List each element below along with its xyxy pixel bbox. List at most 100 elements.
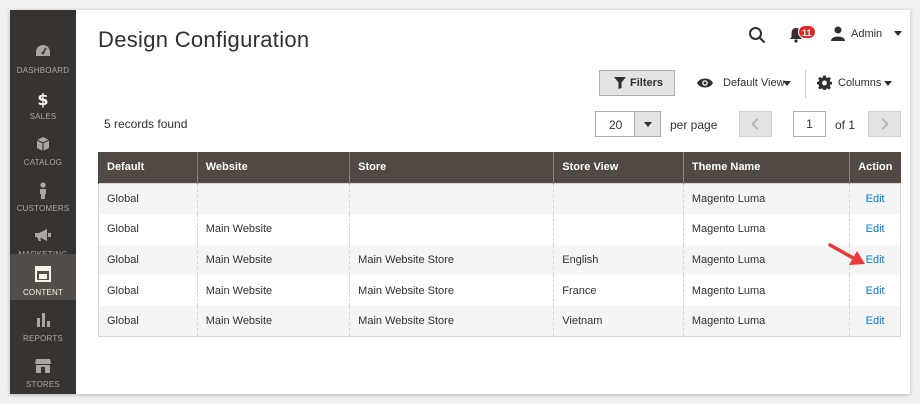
edit-link[interactable]: Edit: [866, 193, 885, 205]
cell-store-view: Vietnam: [553, 306, 684, 338]
box-icon: [10, 136, 76, 154]
annotation-arrow-icon: [828, 243, 865, 265]
sidebar-item-label: CONTENT: [22, 288, 64, 297]
notification-count-badge: 11: [798, 25, 816, 39]
column-header-website[interactable]: Website: [196, 152, 350, 183]
app-window: DASHBOARD $ SALES CATALOG CUSTOMERS MARK…: [10, 10, 910, 394]
cell-store-view: France: [553, 275, 684, 307]
sidebar-item-sales[interactable]: $ SALES: [10, 78, 76, 124]
sidebar-item-dashboard[interactable]: DASHBOARD: [10, 32, 76, 78]
cell-website: Main Website: [196, 213, 351, 245]
page-title: Design Configuration: [98, 27, 310, 52]
sidebar-item-stores[interactable]: STORES: [10, 346, 76, 392]
cell-action: Edit: [849, 306, 901, 338]
table-row[interactable]: Global Main Website Main Website Store F…: [98, 275, 901, 307]
filter-icon: [614, 77, 626, 89]
column-header-store-view[interactable]: Store View: [553, 152, 684, 183]
cell-action: Edit: [849, 275, 901, 307]
per-page-label: per page: [670, 118, 718, 132]
sidebar-item-label: CATALOG: [23, 158, 63, 167]
table-row[interactable]: Global Main Website Main Website Store V…: [98, 306, 901, 338]
default-view-dropdown[interactable]: Default View: [723, 77, 785, 89]
cell-default: Global: [98, 275, 198, 307]
grid-header-row: Default Website Store Store View Theme N…: [98, 152, 901, 183]
sidebar-item-label: REPORTS: [23, 334, 63, 343]
cell-action: Edit: [849, 183, 901, 214]
next-page-button[interactable]: [868, 111, 901, 137]
person-icon: [10, 182, 76, 200]
column-header-store[interactable]: Store: [349, 152, 554, 183]
table-row[interactable]: Global Main Website Magento Luma Edit: [98, 213, 901, 245]
filters-button[interactable]: Filters: [599, 70, 675, 96]
column-header-default[interactable]: Default: [98, 152, 198, 183]
admin-user-menu[interactable]: Admin: [851, 28, 882, 40]
table-row[interactable]: Global Magento Luma Edit: [98, 183, 901, 214]
chevron-down-icon[interactable]: [783, 81, 791, 86]
per-page-select[interactable]: 20: [595, 111, 661, 137]
cell-store: [349, 213, 555, 245]
cell-store: Main Website Store: [349, 244, 555, 276]
previous-page-button[interactable]: [739, 111, 772, 137]
cell-default: Global: [98, 244, 198, 276]
chevron-right-icon: [881, 118, 889, 130]
cell-default: Global: [98, 213, 198, 245]
edit-link[interactable]: Edit: [866, 285, 885, 297]
edit-link[interactable]: Edit: [866, 254, 885, 266]
design-config-grid: Default Website Store Store View Theme N…: [98, 152, 901, 338]
table-row[interactable]: Global Main Website Main Website Store E…: [98, 244, 901, 276]
cell-store-view: [553, 213, 684, 245]
user-icon[interactable]: [830, 25, 846, 41]
search-icon[interactable]: [748, 26, 766, 44]
per-page-toggle-button[interactable]: [634, 112, 660, 136]
column-header-action: Action: [849, 152, 901, 183]
storefront-icon: [10, 358, 76, 376]
per-page-value: 20: [609, 118, 623, 132]
sidebar-item-label: STORES: [26, 380, 60, 389]
filters-label: Filters: [630, 77, 664, 89]
cell-theme-name: Magento Luma: [682, 244, 851, 276]
cell-theme-name: Magento Luma: [682, 306, 851, 338]
records-found-count: 5 records found: [104, 117, 188, 131]
cell-store: Main Website Store: [349, 306, 555, 338]
main-content: Design Configuration 11 Admin Filters De…: [76, 10, 910, 394]
chevron-down-icon[interactable]: [884, 81, 892, 86]
sidebar-item-label: DASHBOARD: [16, 66, 70, 75]
columns-dropdown[interactable]: Columns: [838, 77, 881, 89]
sidebar-item-reports[interactable]: REPORTS: [10, 300, 76, 346]
dashboard-icon: [10, 44, 76, 62]
total-pages-label: of 1: [835, 118, 856, 132]
layout-icon: [10, 266, 76, 284]
chevron-left-icon: [751, 118, 759, 130]
edit-link[interactable]: Edit: [866, 315, 885, 327]
cell-store-view: [553, 183, 684, 214]
cell-theme-name: Magento Luma: [682, 213, 851, 245]
edit-link[interactable]: Edit: [866, 223, 885, 235]
sidebar-item-catalog[interactable]: CATALOG: [10, 124, 76, 170]
megaphone-icon: [10, 228, 76, 246]
sidebar-item-label: CUSTOMERS: [16, 204, 70, 213]
eye-icon[interactable]: [696, 77, 714, 89]
cell-default: Global: [98, 183, 198, 214]
cell-action: Edit: [849, 213, 901, 245]
cell-default: Global: [98, 306, 198, 338]
dollar-icon: $: [10, 90, 76, 108]
cell-store: [349, 183, 555, 214]
column-header-theme-name[interactable]: Theme Name: [682, 152, 850, 183]
cell-website: Main Website: [196, 244, 351, 276]
current-page-input[interactable]: 1: [793, 111, 826, 137]
gear-icon[interactable]: [817, 75, 832, 90]
svg-text:$: $: [37, 90, 48, 108]
cell-theme-name: Magento Luma: [682, 275, 851, 307]
cell-website: Main Website: [196, 275, 351, 307]
cell-store-view: English: [553, 244, 684, 276]
cell-store: Main Website Store: [349, 275, 555, 307]
bar-chart-icon: [10, 312, 76, 330]
toolbar-divider: [805, 70, 806, 98]
cell-website: [196, 183, 351, 214]
sidebar-item-label: SALES: [29, 112, 57, 121]
cell-theme-name: Magento Luma: [682, 183, 851, 214]
sidebar-item-content[interactable]: CONTENT: [10, 254, 76, 300]
chevron-down-icon[interactable]: [894, 31, 902, 36]
admin-sidebar: DASHBOARD $ SALES CATALOG CUSTOMERS MARK…: [10, 10, 76, 394]
sidebar-item-customers[interactable]: CUSTOMERS: [10, 170, 76, 216]
